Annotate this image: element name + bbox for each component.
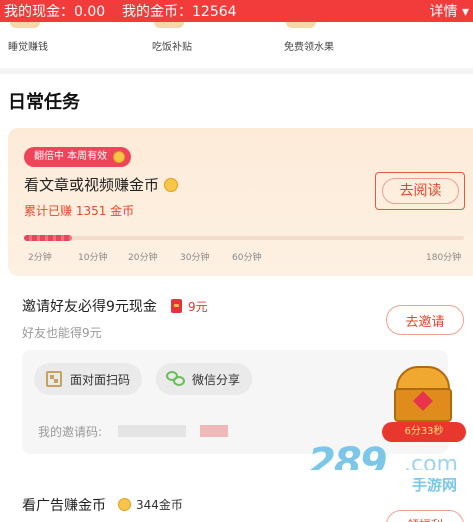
go-invite-button[interactable]: 去邀请 — [386, 305, 464, 335]
invite-code-redacted — [118, 425, 186, 437]
red-packet-icon — [171, 299, 182, 313]
divider — [0, 276, 473, 286]
treasure-box-widget[interactable]: 6分33秒 — [380, 360, 468, 446]
invite-amount: 9元 — [188, 300, 208, 314]
invite-code-redacted — [200, 425, 228, 437]
go-read-label: 去阅读 — [382, 178, 459, 204]
invite-task-title: 邀请好友必得9元现金 — [22, 299, 157, 315]
coin-icon — [118, 498, 131, 511]
header-bar: 我的现金：0.00 我的金币：12564 详情 ▾ — [0, 0, 473, 22]
category-row: 睡觉赚钱 吃饭补贴 免费领水果 — [0, 22, 473, 68]
progress-fill — [24, 235, 73, 241]
face-to-face-label: 面对面扫码 — [70, 372, 131, 387]
progress-track — [24, 235, 464, 241]
progress-tick: 2分钟 — [28, 253, 52, 263]
progress-tick: 180分钟 — [426, 253, 462, 263]
progress-tick: 30分钟 — [180, 253, 210, 263]
cash-balance: 我的现金：0.00 — [4, 4, 106, 20]
category-icon — [154, 22, 184, 28]
read-task-title: 看文章或视频赚金币 — [24, 176, 160, 194]
detail-link[interactable]: 详情 ▾ — [430, 1, 469, 21]
go-read-button[interactable]: 去阅读 — [375, 172, 465, 210]
invite-code-label: 我的邀请码: — [38, 425, 103, 439]
ad-task-amount: 344金币 — [136, 498, 183, 512]
ad-task-title: 看广告赚金币 — [22, 498, 106, 514]
progress-tick: 60分钟 — [232, 253, 262, 263]
face-to-face-qr-button[interactable]: 面对面扫码 — [34, 363, 143, 395]
invite-subtitle: 好友也能得9元 — [22, 326, 102, 340]
double-badge-text: 翻倍中 本周有效 — [34, 151, 108, 162]
earned-text: 累计已赚 1351 金币 — [24, 204, 135, 218]
claim-welfare-button[interactable]: 领福利 — [386, 510, 464, 522]
coin-balance: 我的金币：12564 — [122, 4, 237, 20]
category-label: 睡觉赚钱 — [8, 42, 48, 53]
category-sleep[interactable]: 睡觉赚钱 — [8, 22, 48, 53]
progress-tick: 10分钟 — [78, 253, 108, 263]
wechat-share-label: 微信分享 — [192, 372, 241, 387]
category-fruit[interactable]: 免费领水果 — [284, 22, 334, 53]
divider — [0, 470, 473, 478]
treasure-timer: 6分33秒 — [382, 422, 466, 442]
info-icon[interactable] — [164, 178, 178, 192]
read-task-card: 翻倍中 本周有效 看文章或视频赚金币 累计已赚 1351 金币 去阅读 2分钟 … — [8, 128, 473, 276]
category-icon — [286, 22, 316, 28]
wechat-share-button[interactable]: 微信分享 — [156, 363, 253, 395]
site-watermark: 289 .com 手游网 — [308, 440, 458, 496]
category-label: 免费领水果 — [284, 42, 334, 53]
qr-code-icon — [46, 371, 62, 387]
coin-icon — [113, 151, 126, 163]
category-icon — [10, 22, 40, 28]
category-label: 吃饭补贴 — [152, 42, 192, 53]
wechat-icon — [166, 371, 186, 387]
progress-tick: 20分钟 — [128, 253, 158, 263]
watermark-number: 289 — [308, 440, 387, 486]
category-meal[interactable]: 吃饭补贴 — [152, 22, 192, 53]
section-title: 日常任务 — [8, 92, 80, 113]
divider — [0, 68, 473, 74]
double-badge: 翻倍中 本周有效 — [24, 147, 132, 167]
